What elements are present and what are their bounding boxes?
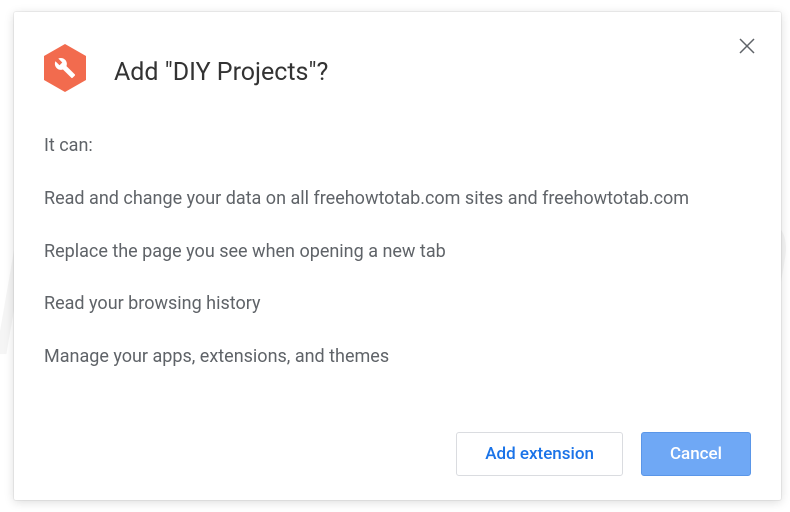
add-extension-button[interactable]: Add extension <box>456 432 623 476</box>
permission-item: Replace the page you see when opening a … <box>44 238 751 267</box>
permissions-intro: It can: <box>44 132 751 161</box>
permission-item: Read your browsing history <box>44 290 751 319</box>
dialog-footer: Add extension Cancel <box>44 432 751 476</box>
dialog-header: Add "DIY Projects"? <box>44 40 751 92</box>
cancel-button[interactable]: Cancel <box>641 432 751 476</box>
permissions-content: It can: Read and change your data on all… <box>44 132 751 420</box>
extension-icon <box>44 44 86 92</box>
dialog-title: Add "DIY Projects"? <box>114 40 328 87</box>
extension-install-dialog: Add "DIY Projects"? It can: Read and cha… <box>14 12 781 500</box>
close-icon <box>735 34 759 58</box>
close-button[interactable] <box>735 34 759 58</box>
permission-item: Manage your apps, extensions, and themes <box>44 343 751 372</box>
permission-item: Read and change your data on all freehow… <box>44 185 751 214</box>
wrench-icon <box>54 57 76 79</box>
